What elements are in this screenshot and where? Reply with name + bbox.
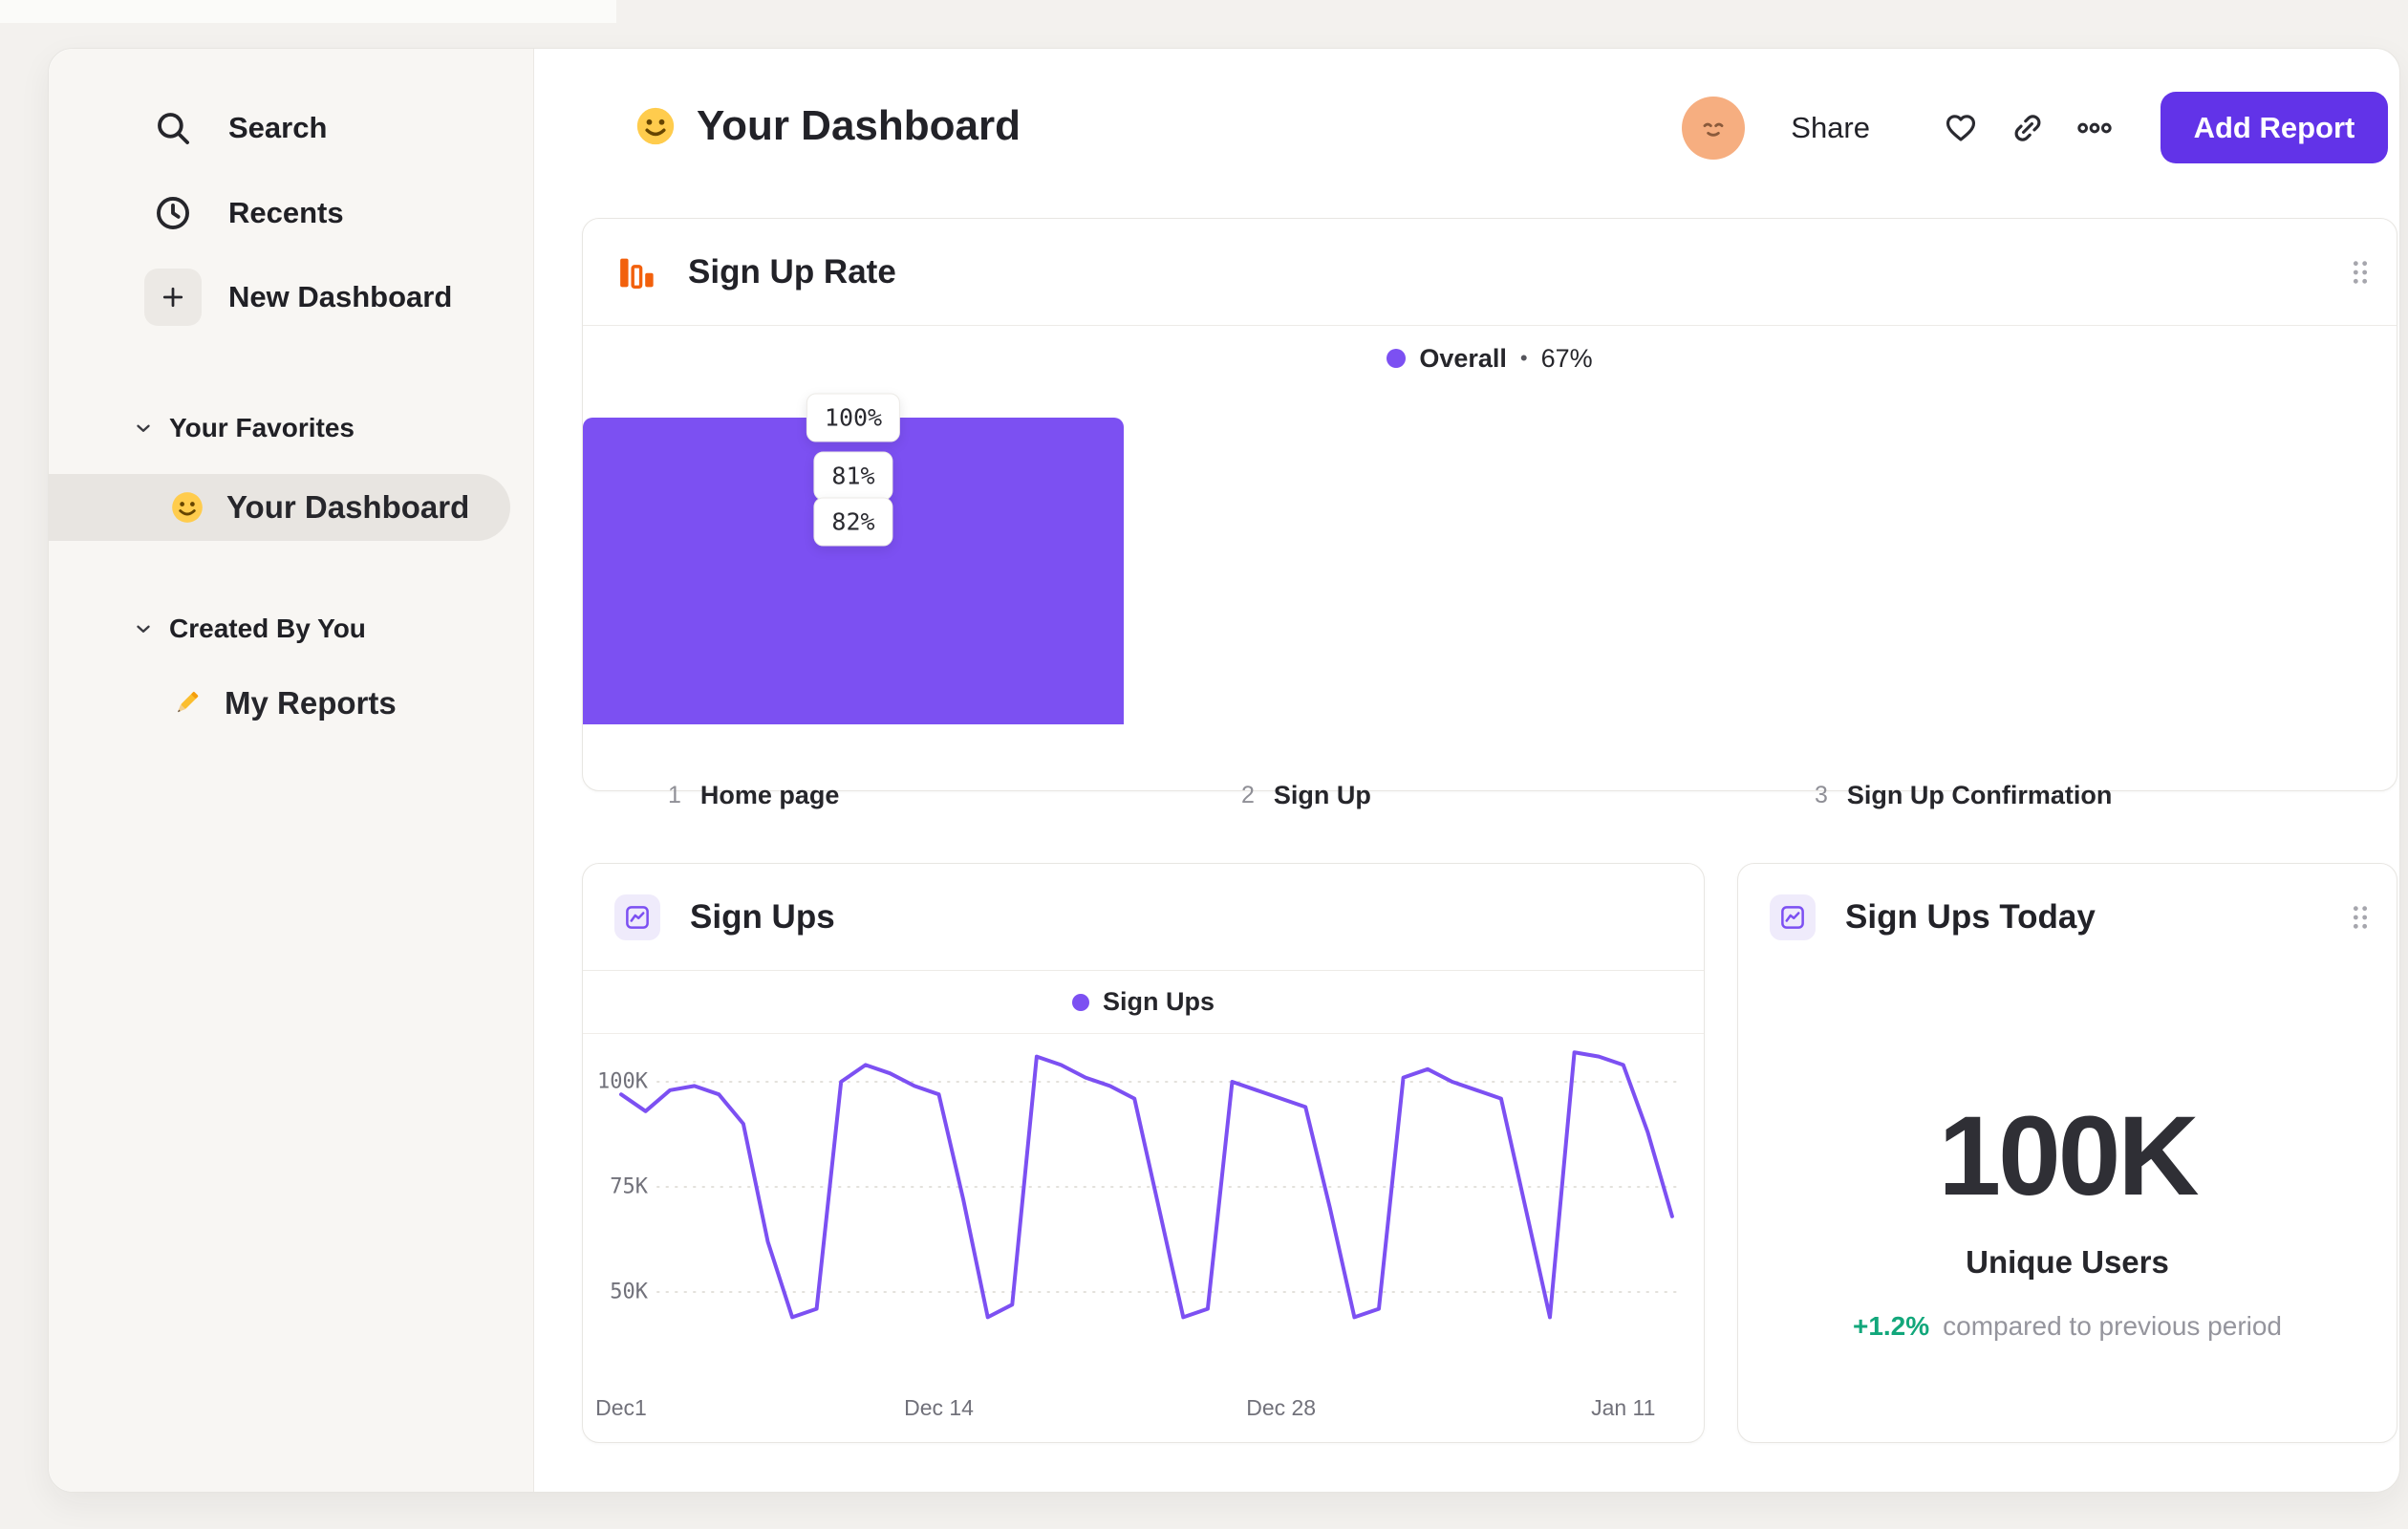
signups-series-line: [619, 1050, 1674, 1320]
sidebar-item-recents[interactable]: Recents: [49, 179, 533, 248]
topbar-actions: Share Add Report: [1682, 92, 2388, 163]
metric-value: 100K: [1938, 1093, 2199, 1219]
delta-value: +1.2%: [1852, 1311, 1930, 1341]
relieved-face-icon: [1703, 122, 1724, 137]
section-title: Created By You: [169, 614, 366, 643]
search-icon: [140, 108, 205, 148]
legend-value: 67%: [1540, 343, 1593, 373]
smiley-icon: [634, 104, 677, 148]
conversion-chip: 82%: [813, 497, 893, 547]
sidebar-item-label: Your Dashboard: [226, 489, 470, 525]
drag-dots-icon: [2345, 900, 2376, 935]
link-icon: [2010, 110, 2046, 146]
funnel-bar-fill: [583, 522, 1124, 724]
card-header: Sign Ups: [583, 864, 1704, 971]
signups-line-chart: [619, 1050, 1683, 1320]
line-legend: Sign Ups: [583, 971, 1704, 1034]
sidebar-item-new-dashboard[interactable]: New Dashboard: [49, 263, 533, 332]
plus-icon-tile: [140, 269, 205, 326]
share-button[interactable]: Share: [1791, 111, 1870, 145]
sidebar-item-label: Recents: [228, 196, 344, 229]
ellipsis-icon: [2075, 109, 2114, 147]
conversion-chip: 81%: [813, 451, 893, 501]
x-axis-tick: Jan 11: [1591, 1395, 1656, 1420]
step-number: 1: [668, 782, 681, 808]
sidebar-item-label: Search: [228, 111, 328, 144]
card-header: Sign Ups Today: [1738, 864, 2397, 971]
legend-dot: [1071, 993, 1089, 1011]
funnel-legend: Overall • 67%: [583, 332, 2397, 385]
drag-dots-icon: [2345, 255, 2376, 290]
section-header-your-favorites[interactable]: Your Favorites: [133, 409, 355, 447]
add-report-button[interactable]: Add Report: [2161, 92, 2388, 163]
sidebar: Search Recents New Dashboard Your Favori…: [49, 49, 534, 1492]
page-title-group: Your Dashboard: [634, 102, 1021, 150]
heart-icon: [1943, 110, 1979, 146]
legend-separator: •: [1519, 346, 1528, 370]
drag-handle[interactable]: [2345, 255, 2376, 292]
section-title: Your Favorites: [169, 413, 355, 442]
signup-rate-card: Sign Up Rate Overall • 67% 75%50%25%0% 1…: [582, 218, 2397, 809]
legend-dot: [1387, 349, 1407, 368]
line-chart-icon: [1778, 903, 1807, 932]
chevron-down-icon: [133, 418, 154, 439]
sidebar-item-label: My Reports: [225, 685, 397, 721]
dashboard-window: Search Recents New Dashboard Your Favori…: [48, 48, 2400, 1493]
page-title: Your Dashboard: [697, 102, 1021, 149]
section-header-created-by-you[interactable]: Created By You: [133, 610, 366, 648]
line-chart-icon-tile: [1770, 894, 1816, 940]
metric-delta-row: +1.2% compared to previous period: [1738, 1311, 2397, 1342]
funnel-step-label: 2 Sign Up: [1241, 781, 1371, 810]
card-title: Sign Ups Today: [1845, 898, 2096, 936]
user-avatar[interactable]: [1682, 96, 1746, 160]
delta-caption: compared to previous period: [1943, 1311, 2283, 1341]
x-axis-tick: Dec 28: [1246, 1395, 1317, 1420]
legend-label: Sign Ups: [1102, 987, 1215, 1016]
smiley-icon: [169, 489, 205, 526]
step-name: Sign Up: [1273, 781, 1371, 809]
step-number: 2: [1241, 782, 1255, 808]
card-title: Sign Ups: [690, 897, 835, 936]
line-chart-icon-tile: [614, 894, 660, 940]
metric-label: Unique Users: [1966, 1244, 2169, 1280]
step-name: Sign Up Confirmation: [1846, 781, 2113, 809]
sidebar-item-my-reports[interactable]: My Reports: [49, 670, 510, 737]
favorite-heart-button[interactable]: [1927, 110, 1994, 146]
more-options-button[interactable]: [2061, 109, 2128, 147]
card-header: Sign Up Rate: [583, 219, 2397, 326]
signups-card: Sign Ups Sign Ups 100K 75K 50K Dec1 Dec 14 D…: [582, 863, 1705, 1443]
pencil-icon: [169, 686, 204, 721]
signups-today-card: Sign Ups Today 100K Unique Users +1.2% c…: [1737, 863, 2397, 1443]
line-chart-icon: [623, 903, 652, 932]
chevron-down-icon: [133, 618, 154, 639]
funnel-step-label: 1 Home page: [668, 781, 839, 810]
funnel-step-label: 3 Sign Up Confirmation: [1815, 781, 2112, 810]
x-axis-tick: Dec 14: [904, 1395, 974, 1420]
drag-handle[interactable]: [2345, 900, 2376, 937]
sidebar-item-label: New Dashboard: [228, 280, 453, 313]
step-name: Home page: [699, 781, 840, 809]
window-artifact-strip: [0, 0, 616, 23]
clock-icon: [140, 193, 205, 233]
legend-label: Overall: [1419, 343, 1507, 373]
sidebar-item-your-dashboard[interactable]: Your Dashboard: [49, 474, 510, 541]
step-number: 3: [1815, 782, 1828, 808]
sidebar-item-search[interactable]: Search: [49, 94, 533, 162]
x-axis-tick: Dec1: [595, 1395, 647, 1420]
copy-link-button[interactable]: [1994, 110, 2061, 146]
card-title: Sign Up Rate: [688, 252, 896, 291]
conversion-chip: 100%: [806, 393, 901, 442]
